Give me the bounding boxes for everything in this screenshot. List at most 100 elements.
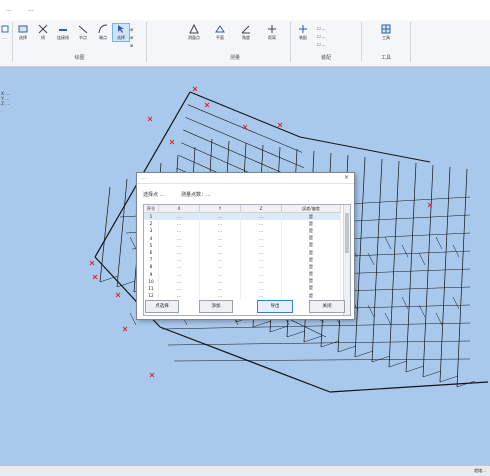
wireframe-segment	[418, 252, 426, 266]
status-text: 就绪...	[474, 468, 486, 473]
tool-connector[interactable]: 连接线	[55, 24, 71, 41]
table-cell: ...	[158, 220, 200, 228]
ribbon-toolbar: ... 选择 线 连接线 节点 端点 选择 ⊞ ⊞ ⊞ 绘图 测量点 平面 角度…	[0, 20, 490, 67]
tool-label: 选择	[19, 35, 27, 40]
table-cell: ...	[158, 241, 200, 249]
table-cell: 11	[144, 284, 159, 293]
wireframe-segment	[405, 162, 417, 373]
wireframe-segment	[388, 360, 408, 368]
wireframe-segment	[435, 312, 443, 326]
tool-label: 平面	[216, 35, 224, 40]
point-select-button[interactable]: 点选择	[145, 300, 179, 313]
table-cell: 是	[281, 292, 341, 300]
column-header[interactable]: X	[158, 205, 200, 213]
table-cell: ...	[158, 248, 200, 257]
tool-button[interactable]: ...	[0, 24, 10, 40]
small-option-5[interactable]: ☐ ...	[317, 34, 326, 39]
wireframe-segment	[439, 375, 459, 383]
table-row[interactable]: 10......... 是	[144, 277, 341, 285]
table-row[interactable]: 12......... 是	[144, 292, 341, 300]
table-cell: 是	[281, 263, 341, 271]
wireframe-segment	[452, 244, 460, 258]
measure-point-marker	[192, 86, 198, 92]
table-cell: ...	[240, 277, 282, 285]
wireframe-segment	[189, 91, 301, 138]
scrollbar-thumb[interactable]	[345, 213, 349, 253]
table-cell: ...	[240, 241, 282, 249]
measure-dialog: ... × 选择点 ... 测量点数：... 序号 X Y Z 误差/偏差 1.…	[136, 172, 355, 320]
table-cell: ...	[158, 284, 200, 293]
table-row[interactable]: 9......... 是	[144, 270, 341, 278]
table-cell: ...	[199, 270, 241, 278]
table-cell: 是	[281, 241, 341, 249]
cursor-icon	[118, 25, 124, 33]
small-option-1[interactable]: ⊞	[130, 27, 133, 32]
wireframe-segment	[161, 322, 471, 330]
tool-node[interactable]: 节点	[75, 24, 91, 41]
axes-icon	[268, 25, 276, 33]
table-row[interactable]: 2......... 是	[144, 220, 341, 228]
tool-assembly[interactable]: 装配	[295, 24, 311, 41]
table-cell: 是	[281, 270, 341, 278]
menu-item[interactable]: ...	[6, 6, 12, 13]
tool-select[interactable]: 选择	[15, 24, 31, 41]
tool-measure-point[interactable]: 测量点	[186, 24, 202, 41]
table-cell: 10	[144, 277, 159, 285]
table-cell: ...	[158, 277, 200, 285]
table-cell: 8	[144, 263, 159, 271]
measure-point-marker	[277, 122, 283, 128]
small-option-3[interactable]: ⊞	[130, 43, 133, 48]
wireframe-segment	[384, 236, 392, 250]
column-header[interactable]: 误差/偏差	[281, 205, 341, 213]
angle-icon	[241, 25, 250, 34]
status-bar: 就绪...	[0, 465, 490, 476]
tool-line[interactable]: 线	[35, 24, 51, 41]
wireframe-segment	[337, 345, 357, 353]
group-caption: 装配	[320, 55, 331, 61]
column-header[interactable]: Z	[240, 205, 282, 213]
small-option-4[interactable]: ☐ ...	[317, 26, 326, 31]
table-cell: ...	[199, 256, 241, 264]
tool-angle[interactable]: 角度	[238, 24, 254, 41]
wireframe-segment	[329, 381, 489, 393]
table-row[interactable]: 5......... 是	[144, 241, 341, 249]
close-icon[interactable]: ×	[344, 174, 349, 181]
table-cell: ...	[240, 220, 282, 228]
tool-label: 工具	[382, 35, 390, 40]
table-cell: ...	[158, 234, 200, 242]
table-row[interactable]: 1......... 是	[144, 212, 341, 221]
table-row[interactable]: 8......... 是	[144, 263, 341, 271]
table-cell: 6	[144, 248, 159, 257]
tool-distance[interactable]: 距离	[264, 24, 280, 41]
table-cell: ...	[158, 227, 200, 235]
small-option-6[interactable]: ☐ ...	[317, 42, 326, 47]
tool-endpoint[interactable]: 端点	[95, 24, 111, 41]
close-button[interactable]: 关闭	[309, 300, 345, 313]
table-cell: ...	[199, 220, 241, 228]
dialog-titlebar: ... ×	[137, 173, 354, 184]
table-row[interactable]: 11......... 是	[144, 284, 341, 293]
table-scrollbar[interactable]	[343, 205, 350, 315]
column-header[interactable]: 序号	[144, 205, 159, 213]
table-row[interactable]: 3......... 是	[144, 227, 341, 235]
column-header[interactable]: Y	[199, 205, 241, 213]
add-button[interactable]: 添加	[199, 300, 233, 313]
tool-tools[interactable]: 工具	[376, 24, 396, 41]
table-row[interactable]: 4......... 是	[144, 234, 341, 242]
menu-item[interactable]: ...	[28, 6, 34, 13]
table-cell: ...	[240, 234, 282, 242]
table-cell: ...	[199, 248, 241, 257]
table-row[interactable]: 7......... 是	[144, 256, 341, 264]
wireframe-segment	[405, 365, 425, 373]
small-option-2[interactable]: ⊞	[130, 35, 133, 40]
wireframe-segment	[401, 296, 409, 310]
tool-pick[interactable]: 选择	[112, 23, 130, 42]
wireframe-segment	[388, 160, 400, 368]
tool-plane[interactable]: 平面	[212, 24, 228, 41]
measure-point-marker	[115, 292, 121, 298]
tool-label: 线	[41, 35, 45, 40]
export-button[interactable]: 导出	[257, 300, 293, 313]
menu-bar: ... ...	[0, 0, 490, 21]
table-row[interactable]: 6......... 是	[144, 248, 341, 257]
wireframe-segment	[439, 166, 451, 383]
